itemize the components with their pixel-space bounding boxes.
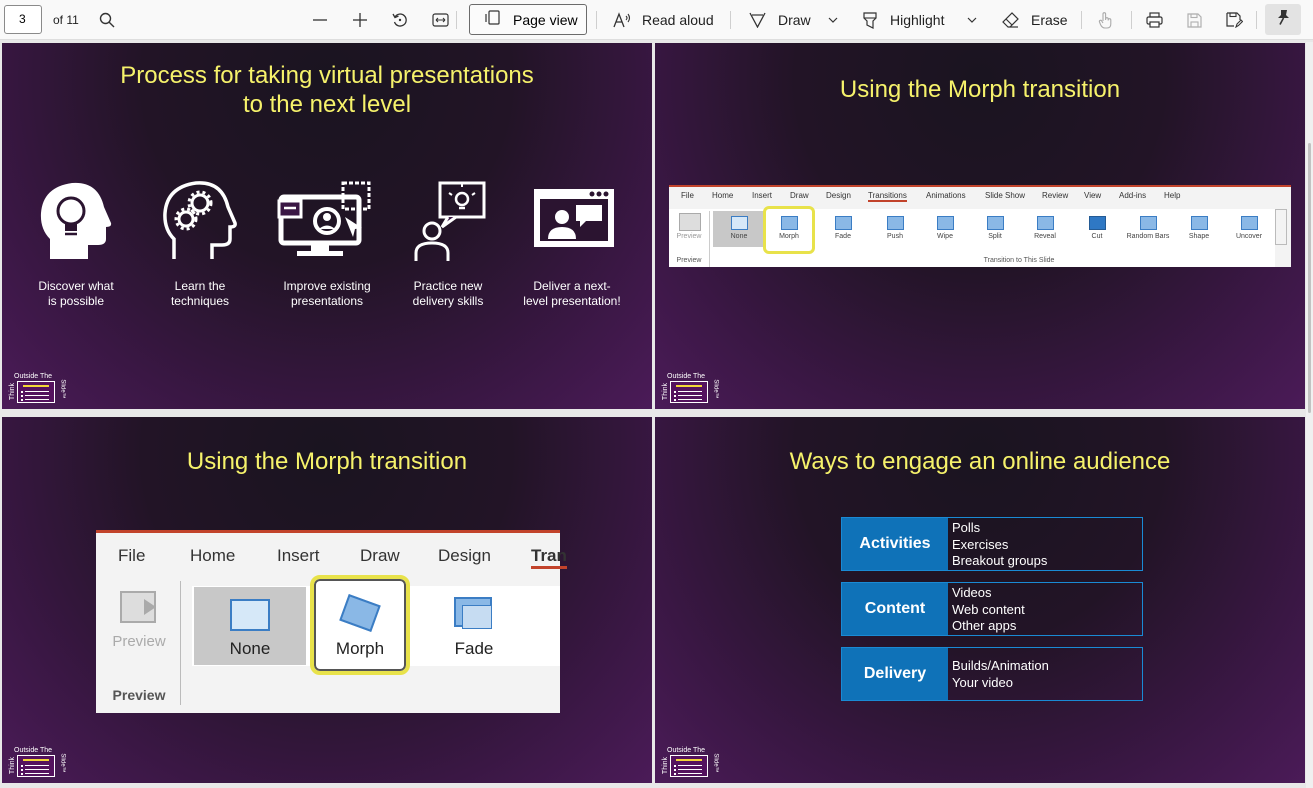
think-outside-the-slide-logo: Outside The Think Slide™ bbox=[8, 747, 68, 779]
slide-thumbnail-2[interactable]: Using the Morph transition File Home Ins… bbox=[655, 43, 1305, 409]
fit-width-icon[interactable] bbox=[432, 0, 449, 40]
slide-thumbnail-4[interactable]: Ways to engage an online audience Activi… bbox=[655, 417, 1305, 783]
slide-title: Using the Morph transition bbox=[186, 448, 468, 475]
engagement-row-content: Content Videos Web content Other apps bbox=[841, 582, 1143, 636]
highlight-icon bbox=[862, 11, 878, 29]
step-label: Practice new delivery skills bbox=[412, 279, 484, 308]
search-icon[interactable] bbox=[99, 0, 115, 40]
read-aloud-button[interactable]: Read aloud bbox=[613, 0, 714, 40]
save-icon[interactable] bbox=[1187, 0, 1202, 40]
erase-button[interactable]: Erase bbox=[1002, 0, 1068, 40]
read-aloud-label: Read aloud bbox=[642, 12, 714, 28]
head-gears-icon bbox=[162, 181, 238, 266]
powerpoint-ribbon-zoomed-screenshot: File Home Insert Draw Design Tran Previe… bbox=[96, 530, 567, 713]
page-view-label: Page view bbox=[513, 11, 578, 28]
powerpoint-ribbon-screenshot: File Home Insert Draw Design Transitions… bbox=[669, 185, 1291, 267]
think-outside-the-slide-logo: Outside The Think Slide™ bbox=[8, 373, 68, 405]
rotate-icon[interactable] bbox=[392, 0, 408, 40]
slide-title: Using the Morph transition bbox=[839, 76, 1121, 103]
engagement-row-delivery: Delivery Builds/Animation Your video bbox=[841, 647, 1143, 701]
page-total: of 11 bbox=[53, 13, 79, 27]
print-icon[interactable] bbox=[1146, 0, 1163, 40]
page-number-input[interactable]: 3 bbox=[4, 5, 42, 34]
page-view-button[interactable]: Page view bbox=[469, 4, 587, 35]
pdf-toolbar: 3 of 11 Page view Read aloud Draw Highli… bbox=[0, 0, 1313, 40]
highlight-button[interactable]: Highlight bbox=[862, 0, 944, 40]
eraser-icon bbox=[1002, 12, 1019, 28]
highlight-label: Highlight bbox=[890, 12, 945, 28]
draw-button[interactable]: Draw bbox=[749, 0, 811, 40]
zoom-out-icon[interactable] bbox=[312, 0, 328, 40]
chevron-down-icon[interactable] bbox=[828, 0, 838, 40]
person-idea-icon bbox=[410, 181, 486, 266]
zoom-in-icon[interactable] bbox=[352, 0, 368, 40]
slide-thumbnail-1[interactable]: Process for taking virtual presentations… bbox=[2, 43, 652, 409]
draw-label: Draw bbox=[778, 12, 811, 28]
step-label: Discover what is possible bbox=[38, 279, 114, 308]
touch-icon[interactable] bbox=[1098, 0, 1113, 40]
step-label: Learn the techniques bbox=[170, 279, 230, 308]
video-call-icon bbox=[532, 181, 616, 256]
read-aloud-icon bbox=[613, 12, 631, 28]
erase-label: Erase bbox=[1031, 12, 1068, 28]
monitor-presentation-icon bbox=[277, 181, 375, 266]
page-view-icon bbox=[485, 10, 501, 29]
slide-title: Ways to engage an online audience bbox=[789, 448, 1171, 475]
slide-title: Process for taking virtual presentations… bbox=[120, 62, 534, 118]
step-label: Improve existing presentations bbox=[283, 279, 371, 308]
draw-icon bbox=[749, 12, 766, 28]
save-as-icon[interactable] bbox=[1226, 0, 1243, 40]
engagement-row-activities: Activities Polls Exercises Breakout groups bbox=[841, 517, 1143, 571]
scrollbar-thumb[interactable] bbox=[1308, 143, 1311, 413]
pin-icon bbox=[1276, 9, 1291, 30]
think-outside-the-slide-logo: Outside The Think Slide™ bbox=[661, 747, 721, 779]
head-lightbulb-icon bbox=[38, 181, 114, 266]
step-label: Deliver a next-level presentation! bbox=[523, 279, 621, 308]
chevron-down-icon[interactable] bbox=[967, 0, 977, 40]
think-outside-the-slide-logo: Outside The Think Slide™ bbox=[661, 373, 721, 405]
pin-toolbar-button[interactable] bbox=[1265, 4, 1301, 35]
slide-thumbnail-3[interactable]: Using the Morph transition File Home Ins… bbox=[2, 417, 652, 783]
